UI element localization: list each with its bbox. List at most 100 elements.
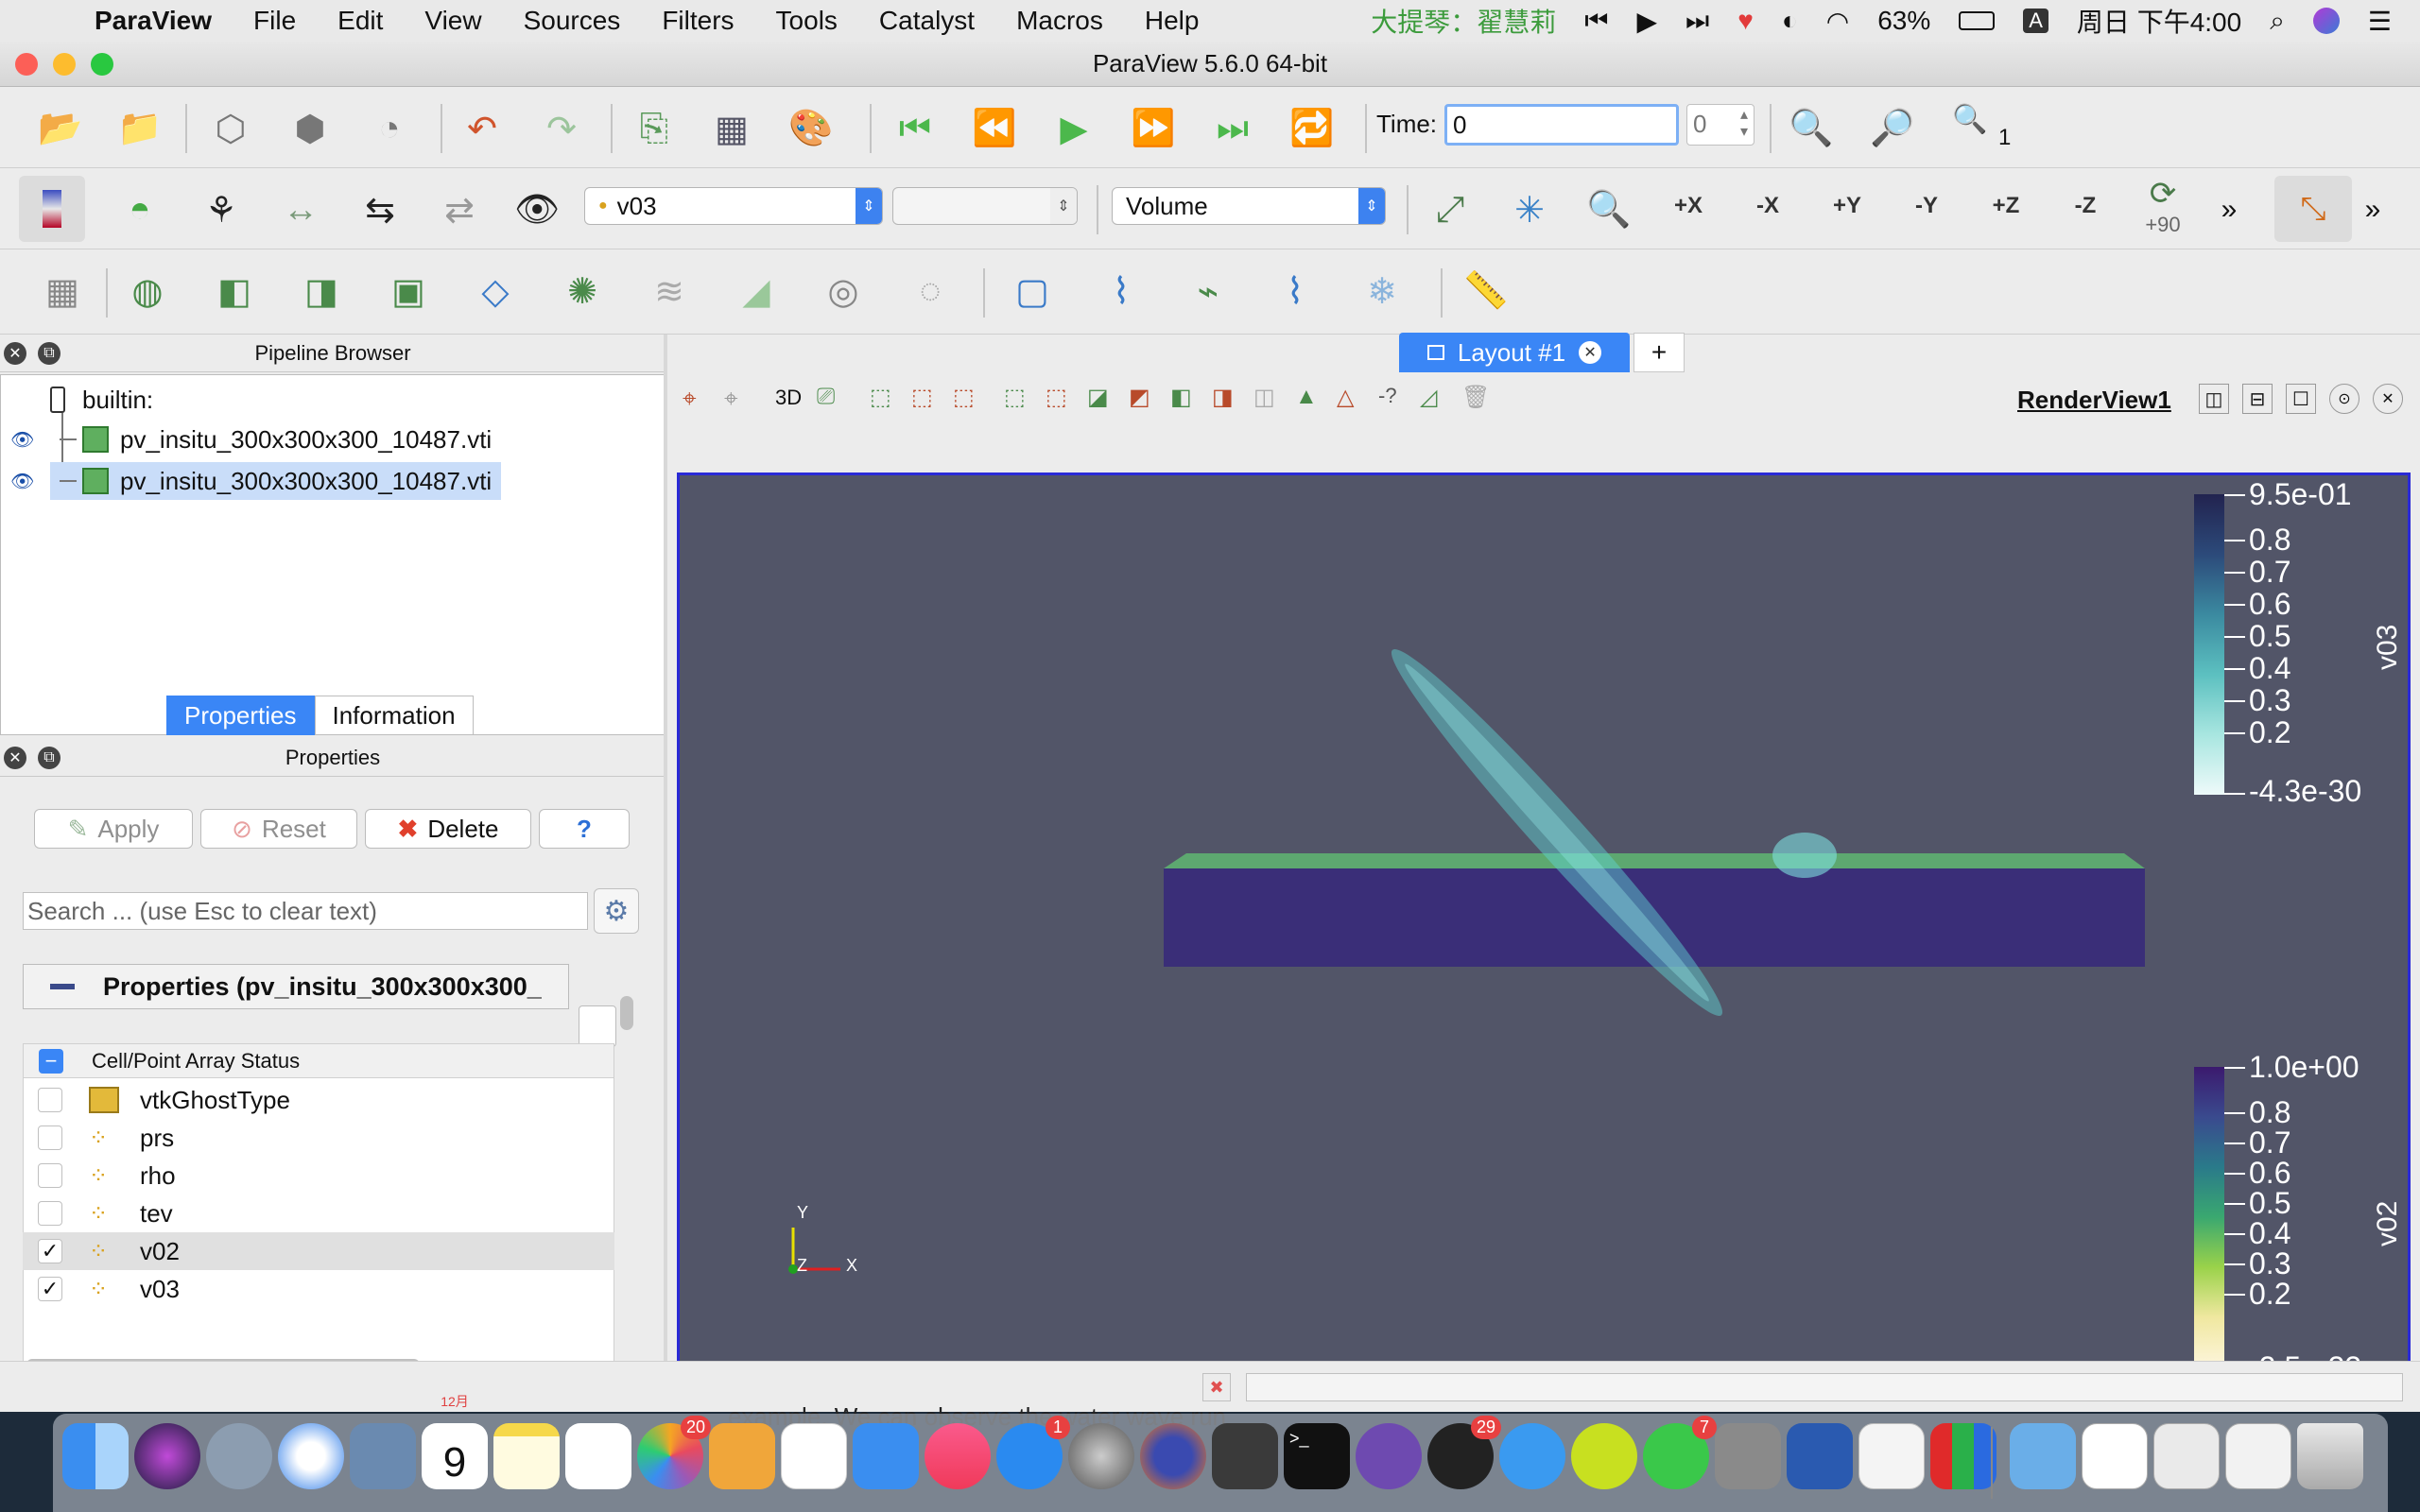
component-combo[interactable]: ⇕: [892, 187, 1078, 225]
paraview-icon[interactable]: [1930, 1423, 1996, 1489]
properties-section-header[interactable]: Properties (pv_insitu_300x300x300_: [23, 964, 569, 1009]
select-all-checkbox[interactable]: −: [39, 1048, 63, 1074]
grow-selection-icon[interactable]: ▲: [1295, 384, 1318, 410]
layout-tab[interactable]: Layout #1 ✕: [1399, 333, 1630, 372]
last-frame-icon[interactable]: ⏭: [1206, 102, 1259, 155]
extract-selection-icon[interactable]: ▢: [1006, 265, 1059, 318]
loop-icon[interactable]: 🔁: [1286, 102, 1339, 155]
glyph-icon[interactable]: ✺: [556, 265, 609, 318]
screenshot-stack-icon[interactable]: [2082, 1423, 2148, 1489]
axes-grid-icon[interactable]: ⤡: [2274, 176, 2352, 242]
menu-edit[interactable]: Edit: [337, 6, 383, 36]
view-minus-x-icon[interactable]: -X: [1741, 180, 1794, 232]
downloads-folder-icon[interactable]: [2010, 1423, 2076, 1489]
plot-selection-icon[interactable]: ⌁: [1182, 265, 1235, 318]
previous-track-icon[interactable]: ⏮: [1584, 6, 1608, 37]
float-panel-icon[interactable]: ⧉: [38, 747, 60, 769]
tab-properties[interactable]: Properties: [166, 696, 315, 735]
array-table-header[interactable]: − Cell/Point Array Status: [24, 1044, 614, 1078]
qq-icon[interactable]: 29: [1427, 1416, 1501, 1489]
find-data-icon[interactable]: 🔍: [1785, 102, 1838, 155]
float-panel-icon[interactable]: ⧉: [38, 342, 60, 365]
menu-help[interactable]: Help: [1145, 6, 1200, 36]
array-row-vtkghosttype[interactable]: vtkGhostType: [23, 1081, 614, 1119]
array-checkbox[interactable]: [38, 1088, 62, 1112]
scalar-bar-visibility-icon[interactable]: 👁: [510, 183, 563, 236]
edit-selection-icon[interactable]: ◿: [1420, 384, 1437, 411]
restore-view-icon[interactable]: ⊙: [2329, 384, 2360, 414]
array-checkbox-checked[interactable]: ✓: [38, 1277, 62, 1301]
menu-sources[interactable]: Sources: [524, 6, 621, 36]
array-checkbox-checked[interactable]: ✓: [38, 1239, 62, 1263]
variable-combo[interactable]: ● v03 ⇕: [584, 187, 883, 225]
tree-item-selected[interactable]: 👁 pv_insitu_300x300x300_10487.vti: [10, 462, 502, 500]
split-horizontal-icon[interactable]: ◫: [2199, 384, 2229, 414]
heart-icon[interactable]: ♥: [1737, 6, 1754, 36]
disconnect-server-icon[interactable]: ⬢: [284, 102, 337, 155]
close-window-icon[interactable]: [15, 53, 38, 76]
camera-redo-icon[interactable]: ▦: [705, 102, 758, 155]
color-map-editor-icon[interactable]: [19, 176, 85, 242]
spotlight-search-icon[interactable]: ⌕: [2270, 6, 2285, 37]
visibility-eye-icon[interactable]: 👁: [10, 470, 41, 493]
globe-icon[interactable]: ◐: [1782, 6, 1798, 36]
close-view-icon[interactable]: ✕: [2373, 384, 2403, 414]
ruler-icon[interactable]: 📏: [1460, 265, 1512, 318]
new-layout-button[interactable]: +: [1634, 333, 1685, 372]
select-frustum-icon[interactable]: ⬚: [953, 384, 975, 411]
wifi-icon[interactable]: ◠: [1826, 6, 1849, 37]
close-panel-icon[interactable]: ✕: [4, 342, 26, 365]
interactive-select-icon[interactable]: ◧: [1170, 384, 1192, 411]
colorbar-v02[interactable]: [2194, 1067, 2224, 1367]
menu-file[interactable]: File: [253, 6, 296, 36]
view-minus-z-icon[interactable]: -Z: [2059, 180, 2112, 232]
save-state-icon[interactable]: 📁: [113, 102, 166, 155]
wechat-icon[interactable]: 7: [1643, 1416, 1717, 1489]
threshold-icon[interactable]: ▣: [382, 265, 435, 318]
notification-center-icon[interactable]: ☰: [2368, 6, 2392, 37]
render-view-name[interactable]: RenderView1: [2017, 386, 2171, 415]
select-points-interactive-icon[interactable]: ⬚: [1046, 384, 1067, 411]
extract-level-icon[interactable]: ◌: [904, 265, 957, 318]
menu-tools[interactable]: Tools: [776, 6, 838, 36]
pages-icon[interactable]: [709, 1423, 775, 1489]
clip-icon[interactable]: ◧: [208, 265, 261, 318]
auto-apply-icon[interactable]: ◔: [363, 102, 416, 155]
split-vertical-icon[interactable]: ⊟: [2242, 384, 2273, 414]
reset-range-icon[interactable]: ◓: [113, 183, 166, 236]
array-checkbox[interactable]: [38, 1163, 62, 1188]
numbers-icon[interactable]: [781, 1423, 847, 1489]
app-store-icon[interactable]: 1: [996, 1416, 1070, 1489]
next-track-icon[interactable]: ⏭: [1685, 6, 1709, 37]
reset-button[interactable]: ⊘ Reset: [200, 809, 357, 849]
tab-information[interactable]: Information: [314, 696, 474, 735]
mode-3d-toggle[interactable]: 3D: [775, 386, 802, 410]
visibility-eye-icon[interactable]: 👁: [10, 428, 41, 452]
notes-icon[interactable]: [493, 1423, 560, 1489]
finder-icon[interactable]: [62, 1423, 129, 1489]
status-close-icon[interactable]: ✖: [1202, 1373, 1231, 1401]
sublime-text-icon[interactable]: [1212, 1423, 1278, 1489]
view-plus-z-icon[interactable]: +Z: [1979, 180, 2032, 232]
open-file-icon[interactable]: 📂: [34, 102, 87, 155]
time-value-input[interactable]: 0: [1444, 104, 1679, 146]
battery-percent[interactable]: 63%: [1877, 6, 1930, 36]
first-frame-icon[interactable]: ⏮: [889, 102, 942, 155]
panel-scrollbar[interactable]: [620, 996, 633, 1030]
connect-server-icon[interactable]: ⬡: [204, 102, 257, 155]
rescale-custom-icon[interactable]: ⚘: [195, 183, 248, 236]
trash-icon[interactable]: [2297, 1423, 2363, 1489]
warp-by-vector-icon[interactable]: ◢: [730, 265, 783, 318]
undo-icon[interactable]: ↶: [456, 102, 509, 155]
select-cells-interactive-icon[interactable]: ⬚: [1004, 384, 1026, 411]
calculator-icon[interactable]: ▦: [36, 265, 89, 318]
spin-arrows-icon[interactable]: ▴ ▾: [1740, 107, 1748, 141]
delete-button[interactable]: ✖ Delete: [365, 809, 531, 849]
advanced-settings-gear-icon[interactable]: ⚙: [594, 888, 639, 934]
reminders-icon[interactable]: [565, 1423, 631, 1489]
select-points-icon[interactable]: ⬚: [911, 384, 933, 411]
rescale-temporal-icon[interactable]: ⇄: [433, 183, 486, 236]
rescale-range-icon[interactable]: ↔: [274, 183, 327, 236]
rotate-90-icon[interactable]: ⟳ +90: [2136, 176, 2189, 236]
overflow-chevron-icon[interactable]: »: [2203, 183, 2256, 236]
